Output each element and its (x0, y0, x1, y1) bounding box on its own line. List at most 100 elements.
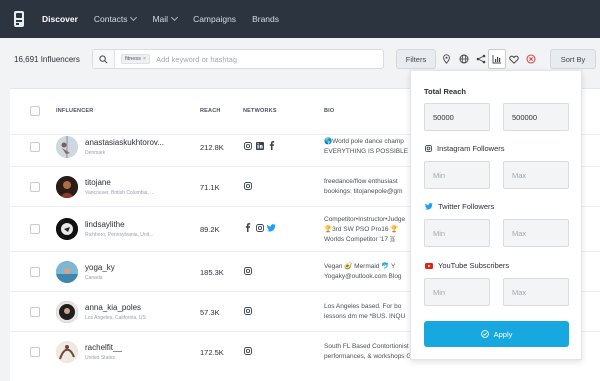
twitter-icon (425, 203, 433, 210)
influencer-bio: Competitor•Instructor•Judge 🏆3rd SW PSO P… (324, 215, 424, 245)
total-reach-min-input[interactable] (424, 103, 490, 131)
bio-line: 🌎World pole dance champ (324, 138, 404, 145)
linkedin-icon[interactable] (255, 141, 264, 150)
avatar[interactable] (56, 341, 78, 363)
youtube-icon (425, 262, 433, 269)
reach-value: 57.3K (200, 308, 220, 317)
nav-mail-label: Mail (152, 14, 169, 24)
chevron-down-icon (130, 13, 138, 22)
twitter-followers-heading: Twitter Followers (425, 202, 494, 211)
nav-contacts[interactable]: Contacts (94, 13, 138, 24)
instagram-icon[interactable] (243, 346, 252, 355)
header-reach[interactable]: REACH (200, 108, 221, 114)
avatar[interactable] (56, 136, 78, 158)
influencer-name[interactable]: lindsaylithe (85, 220, 125, 229)
avatar[interactable] (56, 218, 78, 240)
instagram-icon[interactable] (243, 181, 252, 190)
influencer-name[interactable]: anna_kia_poles (85, 303, 141, 312)
row-checkbox[interactable] (30, 267, 40, 277)
twitter-max-input[interactable] (503, 219, 569, 247)
search-icon (99, 54, 108, 63)
influencer-location: United States (85, 355, 116, 361)
location-pin-icon (442, 54, 450, 64)
nav-mail[interactable]: Mail (152, 13, 179, 24)
youtube-max-input[interactable] (503, 278, 569, 306)
header-influencer[interactable]: INFLUENCER (56, 108, 93, 114)
reach-filter-button[interactable] (488, 49, 506, 69)
reach-value: 71.1K (200, 183, 220, 192)
row-checkbox[interactable] (30, 224, 40, 234)
network-icons (243, 223, 276, 232)
bio-line: Competitor•Instructor•Judge (324, 216, 406, 223)
apply-button[interactable]: Apply (424, 321, 569, 347)
avatar[interactable] (56, 301, 78, 323)
sort-by-button[interactable]: Sort By (550, 49, 596, 69)
clear-filters-button[interactable] (522, 49, 540, 69)
instagram-min-input[interactable] (424, 161, 490, 189)
search-bar: fitness × (92, 49, 384, 69)
nav-brands[interactable]: Brands (252, 14, 279, 24)
filters-button[interactable]: Filters (396, 49, 436, 69)
reach-value: 172.5K (200, 348, 224, 357)
instagram-icon (425, 145, 432, 152)
network-icons (243, 141, 276, 150)
influencer-count: 16,691 Influencers (14, 54, 80, 64)
search-button[interactable] (93, 50, 115, 68)
twitter-min-input[interactable] (424, 219, 490, 247)
globe-icon (459, 54, 469, 64)
row-checkbox[interactable] (30, 142, 40, 152)
row-checkbox[interactable] (30, 182, 40, 192)
favorites-filter-button[interactable] (505, 49, 523, 69)
nav-discover-label: Discover (42, 14, 78, 24)
bar-chart-icon (492, 55, 501, 64)
instagram-icon[interactable] (255, 223, 264, 232)
instagram-icon[interactable] (243, 306, 252, 315)
bio-line: 🏆3rd SW PSO Pro16 🏆 (324, 226, 399, 233)
row-checkbox[interactable] (30, 307, 40, 317)
reach-value: 89.2K (200, 225, 220, 234)
instagram-icon[interactable] (243, 141, 252, 150)
bio-line: freedance/flow enthusiast (324, 178, 398, 185)
total-reach-max-input[interactable] (503, 103, 569, 131)
instagram-followers-title: Instagram Followers (437, 144, 505, 153)
nav-discover[interactable]: Discover (42, 14, 78, 24)
instagram-icon[interactable] (243, 266, 252, 275)
avatar[interactable] (56, 176, 78, 198)
bio-line: Los Angeles based. For bo (324, 303, 402, 310)
share-icon (476, 54, 486, 64)
influencer-name[interactable]: rachelfit__ (85, 343, 122, 352)
influencer-location: Canada (85, 275, 103, 281)
nav-campaigns-label: Campaigns (193, 14, 237, 24)
youtube-min-input[interactable] (424, 278, 490, 306)
influencer-bio: freedance/flow enthusiast bookings: titoj… (324, 177, 424, 197)
twitter-icon[interactable] (267, 223, 276, 232)
header-networks: NETWORKS (243, 108, 277, 114)
facebook-icon[interactable] (243, 223, 252, 232)
search-input[interactable] (156, 54, 337, 64)
row-checkbox[interactable] (30, 347, 40, 357)
influencer-location: Vancouver, British Columbia, ... (85, 190, 155, 196)
bio-line: Worlds Competitor '17 🇧 (324, 236, 396, 243)
nav-campaigns[interactable]: Campaigns (193, 14, 236, 24)
youtube-subscribers-heading: YouTube Subscribers (425, 261, 509, 270)
influencer-name[interactable]: yoga_ky (85, 263, 115, 272)
bio-line: EVERYTHING IS POSSIBLE (324, 148, 409, 155)
bio-line: Yogaky@outlook.com Blog (324, 273, 402, 280)
app-logo-icon[interactable] (12, 10, 26, 28)
location-filter-button[interactable] (437, 49, 455, 69)
apply-button-label: Apply (493, 329, 513, 339)
influencer-location: Denmark (85, 150, 106, 156)
language-filter-button[interactable] (455, 49, 473, 69)
influencer-bio: 🌎World pole dance champ EVERYTHING IS POS… (324, 137, 424, 157)
bio-line: bookings: titojanepole@gm (324, 188, 403, 195)
influencer-name[interactable]: anastasiaskukhtorov... (85, 138, 164, 147)
influencer-bio: Los Angeles based. For bo lessons dm me *… (324, 302, 424, 322)
youtube-subscribers-title: YouTube Subscribers (438, 261, 510, 270)
select-all-checkbox[interactable] (30, 106, 40, 116)
instagram-max-input[interactable] (503, 161, 569, 189)
avatar[interactable] (56, 261, 78, 283)
chip-remove-icon[interactable]: × (143, 56, 146, 62)
nav-brands-label: Brands (252, 14, 279, 24)
facebook-icon[interactable] (267, 141, 276, 150)
influencer-name[interactable]: titojane (85, 178, 111, 187)
